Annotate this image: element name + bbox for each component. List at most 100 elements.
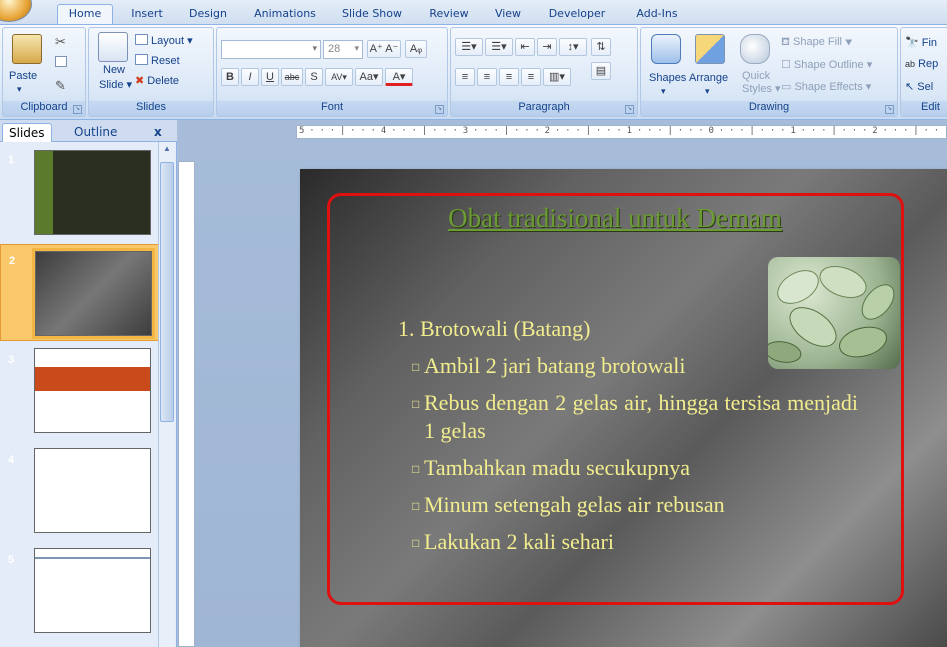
font-group: ▾ 28 ▾ A⁺ A⁻ Aᵩ B I U abc S AV▾ Aa▾ A▾ Fo… [216, 27, 448, 117]
arrange-dropdown-icon[interactable]: ▾ [705, 86, 710, 97]
paste-icon[interactable] [12, 34, 42, 64]
select-button[interactable]: ↖ Sel [905, 80, 933, 93]
find-button[interactable]: 🔭 Fin [905, 36, 937, 49]
shapes-icon[interactable] [651, 34, 681, 64]
shadow-icon[interactable]: S [305, 68, 323, 86]
font-name-input[interactable]: ▾ [221, 40, 321, 59]
font-size-input[interactable]: 28 ▾ [323, 40, 363, 59]
italic-icon[interactable]: I [241, 68, 259, 86]
paragraph-launcher-icon[interactable]: ↘ [625, 105, 634, 114]
arrange-button-label[interactable]: Arrange [689, 72, 728, 84]
tab-outline[interactable]: Outline [68, 123, 123, 142]
cursor-icon: ↖ [905, 81, 915, 93]
clear-formatting-icon[interactable]: Aᵩ [405, 40, 427, 58]
shape-fill-icon: ⛾ [781, 36, 794, 48]
strikethrough-icon[interactable]: abc [281, 68, 303, 86]
shape-outline-button[interactable]: ☐ Shape Outline ▾ [781, 58, 872, 71]
thumbnail-number: 5 [8, 554, 15, 566]
slide-thumbnail-1[interactable] [34, 150, 151, 235]
clipboard-group: Paste ▾ ✂ ✎ Clipboard ↘ [2, 27, 86, 117]
text-direction-icon[interactable]: ⇅ [591, 38, 611, 56]
binoculars-icon: 🔭 [905, 37, 919, 49]
thumbnail-row[interactable]: 3 [0, 344, 160, 441]
font-color-icon[interactable]: A▾ [385, 68, 413, 86]
quick-styles-label-2[interactable]: Styles ▾ [742, 82, 781, 95]
shape-outline-icon: ☐ [781, 59, 794, 71]
slide-canvas[interactable]: Obat tradisional untuk Demam 1. Brotowal… [300, 169, 947, 647]
thumbnail-row-selected[interactable]: 2 [0, 244, 160, 341]
format-painter-icon[interactable]: ✎ [55, 78, 66, 94]
replace-button[interactable]: ab Rep [905, 58, 938, 70]
delete-button[interactable]: ✖ Delete [135, 74, 179, 87]
quick-styles-label-1[interactable]: Quick [742, 70, 770, 82]
tab-developer[interactable]: Developer [541, 5, 613, 24]
panel-close-icon[interactable]: x [148, 123, 168, 142]
office-button[interactable] [0, 0, 32, 22]
grow-shrink-font-icon[interactable]: A⁺ A⁻ [367, 40, 401, 58]
slide-title[interactable]: Obat tradisional untuk Demam [420, 205, 810, 232]
thumbnail-row[interactable]: 4 [0, 444, 160, 541]
slide-thumbnail-5[interactable] [34, 548, 151, 633]
new-slide-icon[interactable] [98, 32, 128, 62]
arrange-icon[interactable] [695, 34, 725, 64]
shapes-button-label[interactable]: Shapes [649, 72, 686, 84]
shapes-dropdown-icon[interactable]: ▾ [661, 86, 666, 97]
increase-indent-icon[interactable]: ⇥ [537, 38, 557, 56]
character-spacing-icon[interactable]: AV▾ [325, 68, 353, 86]
slide-thumbnail-2[interactable] [32, 248, 155, 339]
thumbnail-number: 3 [8, 354, 15, 366]
copy-icon[interactable] [55, 56, 67, 67]
slide-body[interactable]: 1. Brotowali (Batang) Ambil 2 jari batan… [398, 315, 858, 565]
drawing-launcher-icon[interactable]: ↘ [885, 105, 894, 114]
thumbnail-row[interactable]: 1 [0, 144, 160, 241]
layout-icon [135, 34, 148, 45]
align-center-icon[interactable]: ≡ [477, 68, 497, 86]
bullet-item: Ambil 2 jari batang brotowali [398, 352, 858, 381]
tab-review[interactable]: Review [426, 5, 472, 24]
tab-slide-show[interactable]: Slide Show [334, 5, 410, 24]
bold-icon[interactable]: B [221, 68, 239, 86]
editing-group: 🔭 Fin ab Rep ↖ Sel Edit [900, 27, 947, 117]
paste-dropdown-icon[interactable]: ▾ [17, 84, 22, 95]
tab-add-ins[interactable]: Add-Ins [628, 5, 686, 24]
clipboard-launcher-icon[interactable]: ↘ [73, 105, 82, 114]
underline-icon[interactable]: U [261, 68, 279, 86]
change-case-icon[interactable]: Aa▾ [355, 68, 383, 86]
scroll-up-icon[interactable]: ▲ [160, 144, 174, 158]
bullet-item: Rebus dengan 2 gelas air, hingga tersisa… [398, 389, 858, 445]
replace-icon: ab [905, 59, 916, 69]
bullets-icon[interactable]: ☰▾ [455, 38, 483, 56]
quick-styles-icon[interactable] [740, 34, 770, 64]
tab-home[interactable]: Home [57, 4, 113, 25]
tab-animations[interactable]: Animations [247, 5, 323, 24]
slide-thumbnail-3[interactable] [34, 348, 151, 433]
columns-icon[interactable]: ▥▾ [543, 68, 571, 86]
align-left-icon[interactable]: ≡ [455, 68, 475, 86]
tab-insert[interactable]: Insert [124, 5, 170, 24]
align-right-icon[interactable]: ≡ [499, 68, 519, 86]
bullet-item: Lakukan 2 kali sehari [398, 528, 858, 557]
new-slide-label-2[interactable]: Slide ▾ [99, 78, 132, 91]
slide-thumbnail-4[interactable] [34, 448, 151, 533]
paste-button-label[interactable]: Paste [9, 70, 37, 82]
line-spacing-icon[interactable]: ↕▾ [559, 38, 587, 56]
panel-tabs: Slides Outline x [0, 120, 177, 142]
thumbnail-row[interactable]: 5 [0, 544, 160, 641]
tab-view[interactable]: View [490, 5, 526, 24]
decrease-indent-icon[interactable]: ⇤ [515, 38, 535, 56]
shape-effects-button[interactable]: ▭ Shape Effects ▾ [781, 80, 871, 93]
tab-design[interactable]: Design [185, 5, 231, 24]
reset-button[interactable]: Reset [135, 54, 180, 67]
new-slide-label-1[interactable]: New [103, 64, 125, 76]
cut-icon[interactable]: ✂ [55, 34, 66, 50]
layout-button[interactable]: Layout ▾ [135, 34, 193, 47]
tab-slides[interactable]: Slides [2, 123, 52, 142]
align-text-icon[interactable]: ▤ [591, 62, 611, 80]
justify-icon[interactable]: ≡ [521, 68, 541, 86]
scroll-thumb[interactable] [160, 162, 174, 422]
numbering-icon[interactable]: ☰▾ [485, 38, 513, 56]
bullet-item: Tambahkan madu secukupnya [398, 454, 858, 483]
shape-fill-button[interactable]: ⛾ Shape Fill ▾ [781, 36, 852, 50]
panel-scrollbar[interactable]: ▲ [158, 142, 175, 647]
font-launcher-icon[interactable]: ↘ [435, 105, 444, 114]
